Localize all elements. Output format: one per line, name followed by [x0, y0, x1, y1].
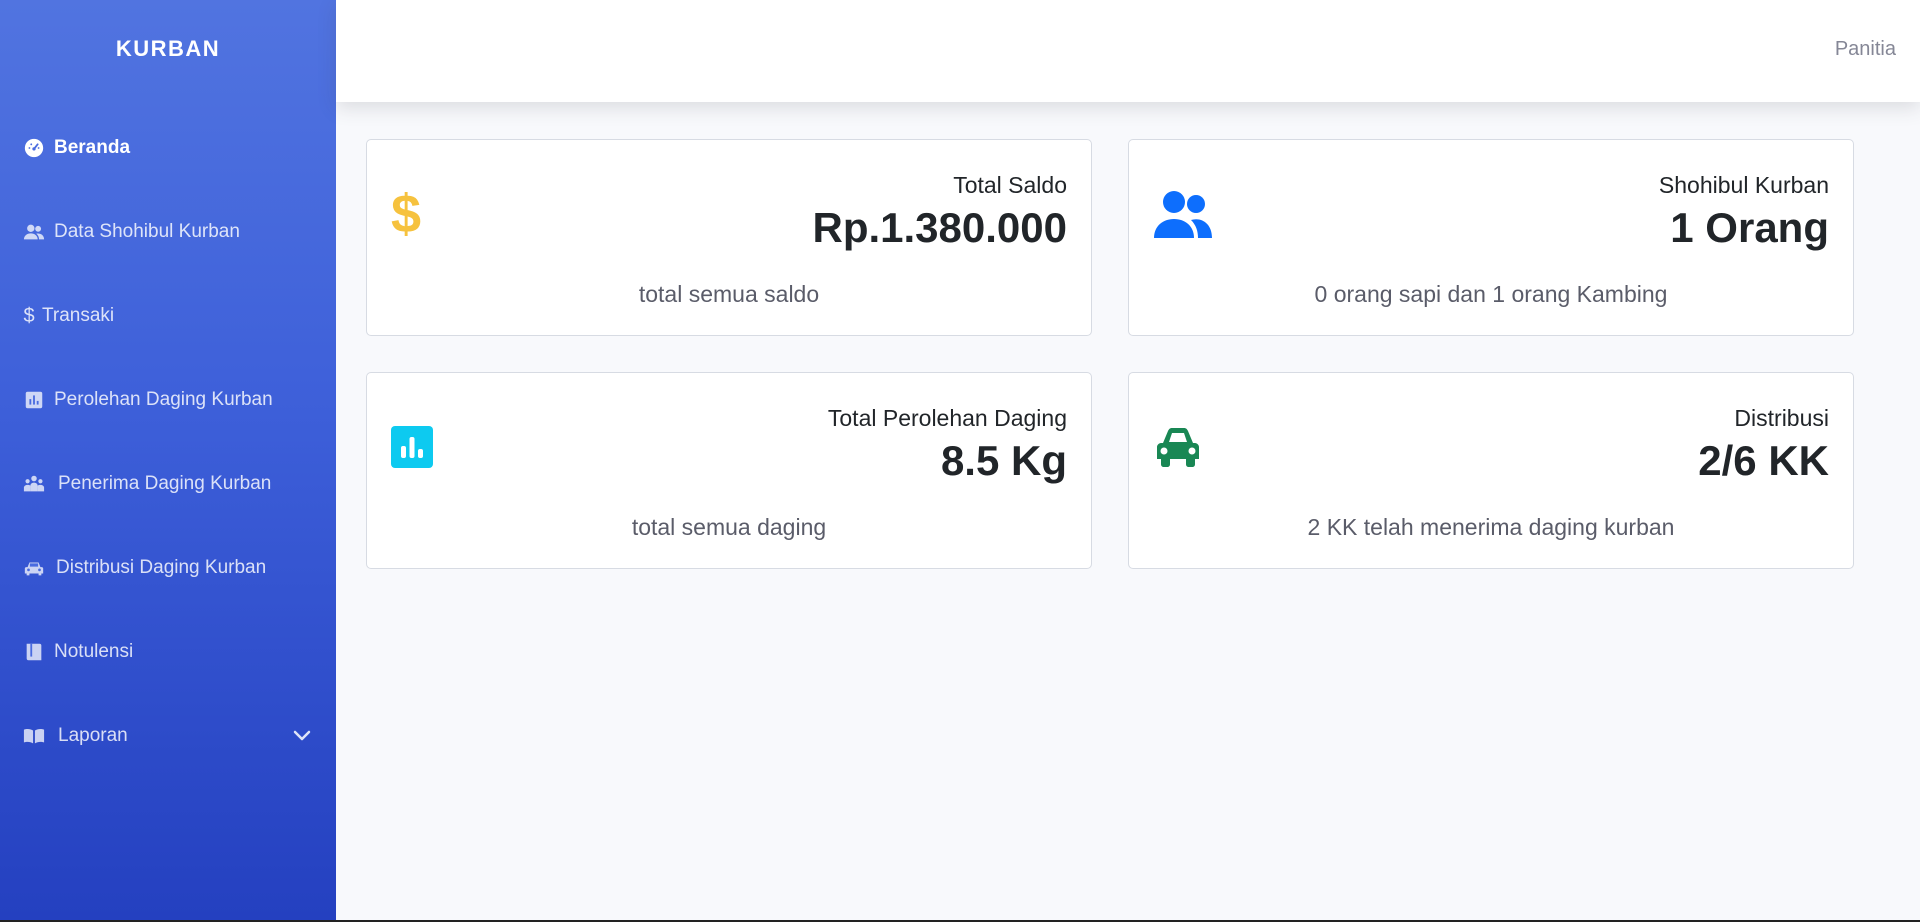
sidebar-item-transaki[interactable]: $ Transaki: [22, 296, 314, 336]
sidebar-item-beranda[interactable]: Beranda: [22, 128, 314, 168]
card-label: Shohibul Kurban: [1658, 172, 1829, 198]
topbar: Panitia: [336, 0, 1920, 102]
card-label: Total Saldo: [953, 172, 1067, 198]
brand-logo[interactable]: KURBAN: [0, 36, 336, 62]
sidebar-item-distribusi[interactable]: Distribusi Daging Kurban: [22, 548, 314, 588]
dollar-icon: $: [23, 304, 35, 327]
book-icon: [22, 640, 46, 664]
card-total-perolehan-daging: Total Perolehan Daging 8.5 Kg total semu…: [366, 372, 1092, 569]
sidebar-item-label: Notulensi: [54, 641, 134, 662]
card-distribusi: Distribusi 2/6 KK 2 KK telah menerima da…: [1128, 372, 1854, 569]
sidebar-item-label: Laporan: [58, 725, 128, 746]
sidebar-item-notulensi[interactable]: Notulensi: [22, 632, 314, 672]
users-icon: [1153, 184, 1213, 244]
card-value: 2/6 KK: [1698, 437, 1829, 484]
dashboard-icon: [22, 136, 46, 160]
sidebar-item-label: Perolehan Daging Kurban: [54, 389, 273, 410]
dollar-icon: $: [391, 184, 422, 244]
card-label: Distribusi: [1734, 405, 1829, 431]
sidebar-item-perolehan[interactable]: Perolehan Daging Kurban: [22, 380, 314, 420]
sidebar-item-label: Penerima Daging Kurban: [58, 473, 272, 494]
card-value: 1 Orang: [1670, 204, 1829, 251]
sidebar-item-data-shohibul[interactable]: Data Shohibul Kurban: [22, 212, 314, 252]
user-menu[interactable]: Panitia: [1835, 38, 1896, 61]
sidebar-item-laporan[interactable]: Laporan: [22, 716, 314, 756]
people-icon: [22, 472, 46, 496]
card-label: Total Perolehan Daging: [827, 405, 1067, 431]
chevron-down-icon[interactable]: [290, 724, 314, 748]
car-icon: [1153, 417, 1213, 477]
sidebar-item-label: Beranda: [54, 137, 131, 158]
card-total-saldo: $ Total Saldo Rp.1.380.000 total semua s…: [366, 139, 1092, 336]
sidebar-item-label: Data Shohibul Kurban: [54, 221, 240, 242]
card-value: Rp.1.380.000: [812, 204, 1067, 251]
open-book-icon: [22, 724, 46, 748]
chart-icon: [22, 388, 46, 412]
card-subtitle: total semua daging: [631, 514, 827, 540]
card-subtitle: 2 KK telah menerima daging kurban: [1307, 514, 1675, 540]
card-subtitle: total semua saldo: [638, 281, 820, 307]
users-icon: [22, 220, 46, 244]
card-shohibul-kurban: Shohibul Kurban 1 Orang 0 orang sapi dan…: [1128, 139, 1854, 336]
sidebar-item-label: Transaki: [42, 305, 115, 326]
sidebar: KURBAN Beranda Data Shohibul Kurban $ Tr…: [0, 0, 336, 922]
car-icon: [22, 556, 46, 580]
card-subtitle: 0 orang sapi dan 1 orang Kambing: [1314, 281, 1668, 307]
chart-icon: [391, 417, 451, 477]
sidebar-item-label: Distribusi Daging Kurban: [56, 557, 267, 578]
sidebar-item-penerima[interactable]: Penerima Daging Kurban: [22, 464, 314, 504]
card-value: 8.5 Kg: [940, 437, 1067, 484]
